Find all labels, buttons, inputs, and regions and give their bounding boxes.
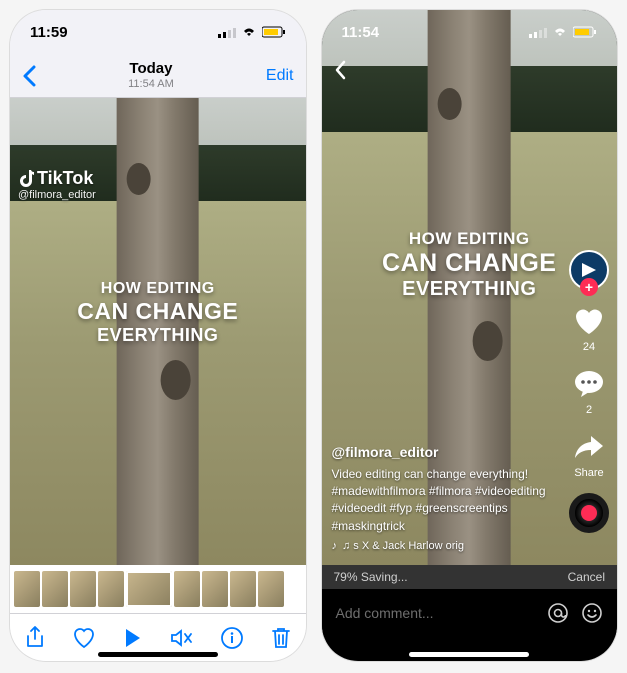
mute-button[interactable] <box>170 626 194 650</box>
like-count: 24 <box>583 341 595 353</box>
music-note-icon: ♪ <box>332 539 338 555</box>
sound-disc[interactable] <box>569 493 609 533</box>
thumbnail[interactable] <box>14 571 40 607</box>
nav-subtitle: 11:54 AM <box>128 78 174 90</box>
play-button[interactable] <box>121 626 145 650</box>
speaker-mute-icon <box>170 628 194 648</box>
trash-icon <box>271 626 291 650</box>
thumbnail[interactable] <box>42 571 68 607</box>
mention-button[interactable] <box>547 602 569 624</box>
tiktok-screen: 11:54 HOW EDITING CAN CHANGE EVERYTHING <box>322 10 618 661</box>
chevron-left-icon <box>334 60 346 80</box>
video-overlay-text: HOW EDITING CAN CHANGE EVERYTHING <box>336 229 602 301</box>
share-arrow-icon <box>573 433 605 461</box>
play-icon <box>124 628 142 648</box>
saving-status: 79% Saving... <box>334 570 408 584</box>
home-indicator[interactable] <box>409 652 529 657</box>
tiktok-status-bar: 11:54 <box>322 10 618 54</box>
video-metadata: @filmora_editor Video editing can change… <box>332 442 548 555</box>
delete-button[interactable] <box>269 626 293 650</box>
comment-input[interactable]: Add comment... <box>336 605 536 621</box>
emoji-icon <box>581 602 603 624</box>
edit-button[interactable]: Edit <box>266 67 294 85</box>
status-indicators <box>218 26 286 38</box>
home-indicator[interactable] <box>98 652 218 657</box>
video-overlay-text: HOW EDITING CAN CHANGE EVERYTHING <box>25 280 291 346</box>
comment-icon <box>573 369 605 399</box>
comment-bar: Add comment... <box>322 589 618 637</box>
hashtags[interactable]: #madewithfilmora #filmora #videoediting … <box>332 483 548 535</box>
emoji-button[interactable] <box>581 602 603 624</box>
thumbnail[interactable] <box>98 571 124 607</box>
ios-photos-screen: 11:59 Today 11:54 AM Edit <box>10 10 306 661</box>
info-button[interactable] <box>220 626 244 650</box>
thumbnail-selected[interactable] <box>126 571 172 607</box>
like-button[interactable]: 24 <box>572 304 606 353</box>
status-indicators <box>529 26 597 38</box>
status-time: 11:54 <box>342 24 380 41</box>
thumbnail[interactable] <box>258 571 284 607</box>
saving-bar: 79% Saving... Cancel <box>322 565 618 589</box>
comment-count: 2 <box>586 404 592 416</box>
favorite-button[interactable] <box>72 626 96 650</box>
ios-nav-bar: Today 11:54 AM Edit <box>10 54 306 98</box>
back-button[interactable] <box>334 60 346 80</box>
caption[interactable]: Video editing can change everything! <box>332 466 548 483</box>
thumbnail-strip[interactable] <box>10 565 306 613</box>
ios-status-bar: 11:59 <box>10 10 306 54</box>
at-icon <box>547 602 569 624</box>
share-label: Share <box>574 467 603 479</box>
username[interactable]: @filmora_editor <box>332 442 548 462</box>
watermark-handle: @filmora_editor <box>18 189 96 201</box>
action-rail: + 24 2 Share <box>569 250 609 533</box>
profile-avatar[interactable]: + <box>569 250 609 290</box>
follow-plus-icon[interactable]: + <box>580 278 598 296</box>
cancel-button[interactable]: Cancel <box>568 570 605 584</box>
share-button[interactable]: Share <box>572 430 606 479</box>
music-disc-icon <box>569 493 609 533</box>
thumbnail[interactable] <box>70 571 96 607</box>
back-button[interactable] <box>22 65 36 87</box>
thumbnail[interactable] <box>202 571 228 607</box>
thumbnail[interactable] <box>174 571 200 607</box>
tiktok-watermark: TikTok @filmora_editor <box>18 168 96 201</box>
nav-title: Today <box>128 61 174 78</box>
heart-icon <box>573 306 605 336</box>
share-icon <box>25 626 45 650</box>
info-icon <box>221 627 243 649</box>
watermark-brand: TikTok <box>37 168 93 189</box>
heart-icon <box>72 627 96 649</box>
photo-viewer[interactable]: TikTok @filmora_editor HOW EDITING CAN C… <box>10 98 306 565</box>
tiktok-logo-icon <box>18 170 34 188</box>
nav-title-group: Today 11:54 AM <box>128 61 174 90</box>
share-button[interactable] <box>23 626 47 650</box>
thumbnail[interactable] <box>230 571 256 607</box>
status-time: 11:59 <box>30 24 68 41</box>
comment-button[interactable]: 2 <box>572 367 606 416</box>
music-info[interactable]: ♪ ♫ s X & Jack Harlow orig <box>332 539 548 555</box>
